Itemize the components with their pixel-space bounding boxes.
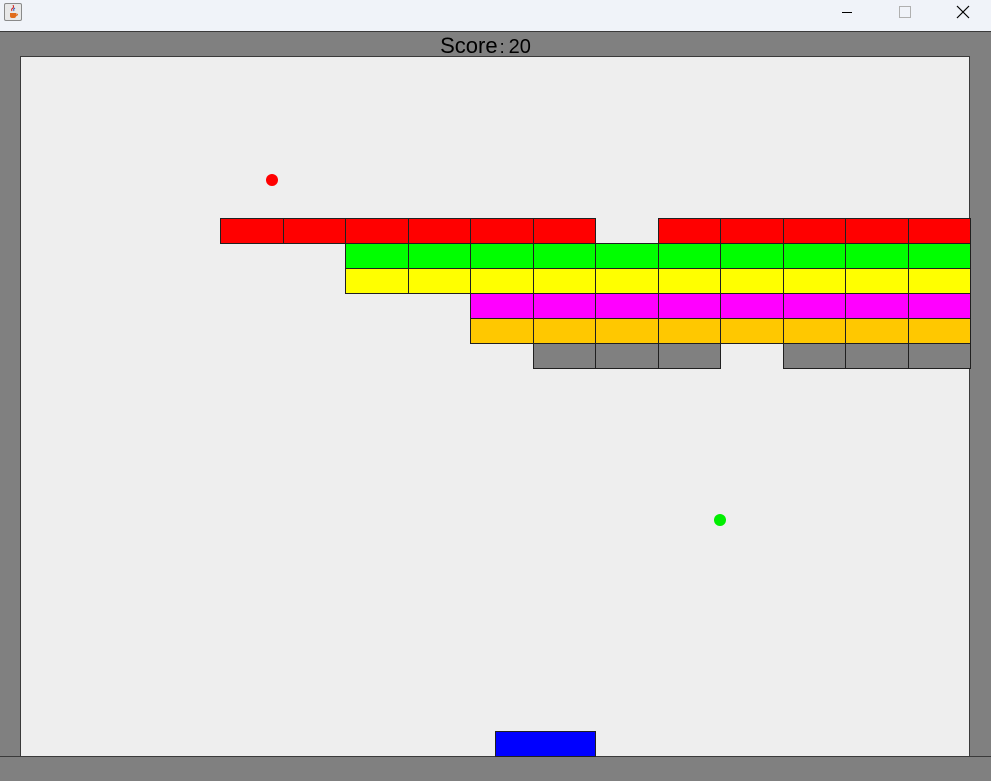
brick (533, 268, 596, 294)
brick (470, 218, 534, 244)
brick (595, 243, 659, 269)
brick (408, 218, 471, 244)
brick (470, 318, 534, 344)
brick (658, 268, 721, 294)
brick (345, 218, 409, 244)
green-ball (714, 514, 726, 526)
brick (720, 318, 784, 344)
brick (908, 343, 971, 369)
brick (345, 268, 409, 294)
brick (658, 243, 721, 269)
brick (845, 268, 909, 294)
brick (658, 318, 721, 344)
brick (533, 293, 596, 319)
brick (595, 268, 659, 294)
title-bar (0, 0, 991, 31)
brick (720, 218, 784, 244)
brick (408, 243, 471, 269)
brick (845, 343, 909, 369)
score-label: Score (440, 33, 498, 58)
score-separator: : (499, 37, 505, 57)
playfield[interactable] (20, 56, 970, 756)
close-icon (956, 5, 970, 19)
brick (720, 268, 784, 294)
brick (908, 293, 971, 319)
brick (533, 243, 596, 269)
score-value: 20 (508, 36, 531, 58)
brick (908, 218, 971, 244)
brick (470, 293, 534, 319)
minimize-icon (842, 12, 852, 13)
brick (720, 293, 784, 319)
paddle[interactable] (495, 731, 596, 757)
brick (783, 318, 846, 344)
brick (845, 218, 909, 244)
minimize-button[interactable] (824, 0, 870, 24)
brick (783, 343, 846, 369)
brick (658, 218, 721, 244)
red-ball (266, 174, 278, 186)
brick (470, 268, 534, 294)
brick (720, 243, 784, 269)
brick (533, 218, 596, 244)
brick (658, 343, 721, 369)
brick (283, 218, 346, 244)
brick (845, 243, 909, 269)
maximize-icon (899, 6, 911, 18)
brick (908, 243, 971, 269)
brick (908, 318, 971, 344)
brick (783, 243, 846, 269)
brick (595, 318, 659, 344)
maximize-button[interactable] (882, 0, 928, 24)
brick (220, 218, 284, 244)
brick (783, 268, 846, 294)
brick (908, 268, 971, 294)
brick (845, 293, 909, 319)
brick (595, 293, 659, 319)
brick (783, 293, 846, 319)
close-button[interactable] (940, 0, 986, 24)
brick (783, 218, 846, 244)
brick (533, 343, 596, 369)
java-cup-icon[interactable] (4, 3, 22, 21)
brick (408, 268, 471, 294)
brick (533, 318, 596, 344)
brick (845, 318, 909, 344)
brick (595, 343, 659, 369)
brick (470, 243, 534, 269)
brick (345, 243, 409, 269)
brick (658, 293, 721, 319)
